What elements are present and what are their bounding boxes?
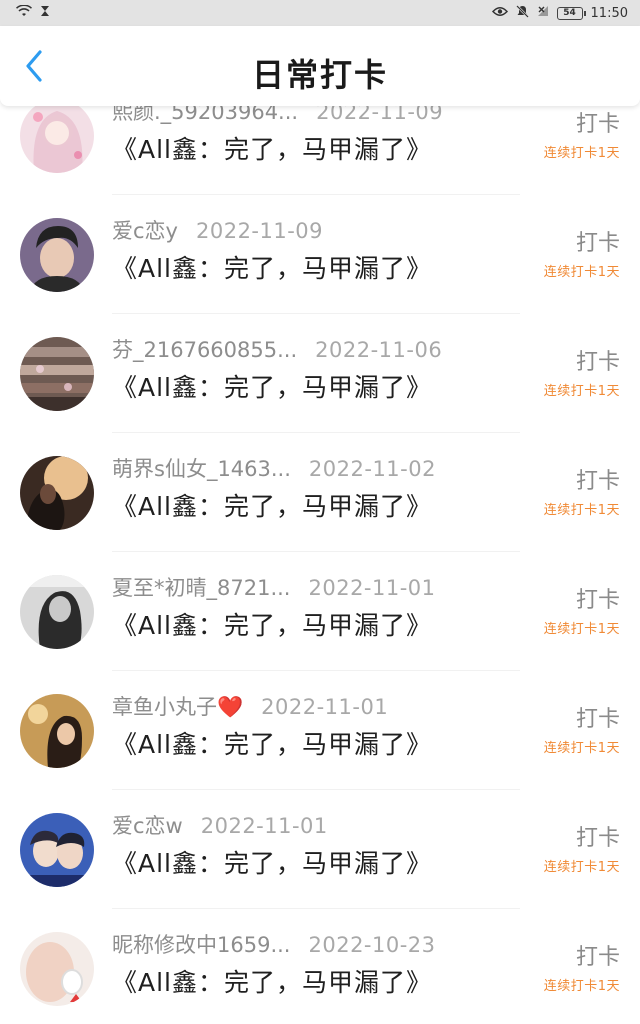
book-title[interactable]: 《All鑫：完了，马甲漏了》 [112, 963, 432, 999]
streak-label: 连续打卡1天 [543, 622, 620, 637]
checkin-button[interactable]: 打卡 [576, 939, 620, 971]
entry-meta: 萌界s仙女_1463... 2022-11-02 [112, 453, 436, 483]
checkin-button[interactable]: 打卡 [576, 582, 620, 614]
book-title[interactable]: 《All鑫：完了，马甲漏了》 [112, 487, 432, 523]
user-name[interactable]: 爱c恋y [112, 215, 178, 245]
checkin-button[interactable]: 打卡 [576, 701, 620, 733]
avatar[interactable] [20, 106, 94, 173]
list-item[interactable]: 昵称修改中1659... 2022-10-23 《All鑫：完了，马甲漏了》 打… [0, 909, 640, 1024]
streak-label: 连续打卡1天 [543, 146, 620, 161]
status-time: 11:50 [590, 5, 628, 21]
list-item[interactable]: 爱c恋y 2022-11-09 《All鑫：完了，马甲漏了》 打卡 连续打卡1天 [0, 195, 640, 314]
mute-bell-icon [515, 4, 529, 22]
checkin-list-inner: 熙颜._59203964... 2022-11-09 《All鑫：完了，马甲漏了… [0, 106, 640, 1024]
list-item[interactable]: 爱c恋w 2022-11-01 《All鑫：完了，马甲漏了》 打卡 连续打卡1天 [0, 790, 640, 909]
list-item[interactable]: 芬_2167660855... 2022-11-06 《All鑫：完了，马甲漏了… [0, 314, 640, 433]
status-right: 54 11:50 [491, 4, 628, 22]
user-name[interactable]: 芬_2167660855... [112, 334, 297, 364]
wifi-icon [15, 4, 33, 21]
streak-label: 连续打卡1天 [543, 860, 620, 875]
entry-meta: 爱c恋y 2022-11-09 [112, 215, 323, 245]
status-left [15, 4, 50, 21]
checkin-button[interactable]: 打卡 [576, 106, 620, 138]
streak-label: 连续打卡1天 [543, 384, 620, 399]
checkin-button[interactable]: 打卡 [576, 820, 620, 852]
user-name[interactable]: 爱c恋w [112, 810, 183, 840]
checkin-button[interactable]: 打卡 [576, 344, 620, 376]
entry-meta: 夏至*初晴_8721... 2022-11-01 [112, 572, 436, 602]
avatar[interactable] [20, 813, 94, 887]
book-title[interactable]: 《All鑫：完了，马甲漏了》 [112, 249, 432, 285]
checkin-button[interactable]: 打卡 [576, 463, 620, 495]
streak-label: 连续打卡1天 [543, 265, 620, 280]
user-name[interactable]: 章鱼小丸子❤️ [112, 691, 243, 721]
streak-label: 连续打卡1天 [543, 979, 620, 994]
list-item[interactable]: 章鱼小丸子❤️ 2022-11-01 《All鑫：完了，马甲漏了》 打卡 连续打… [0, 671, 640, 790]
entry-date: 2022-11-09 [316, 106, 444, 124]
entry-date: 2022-11-02 [308, 457, 436, 481]
list-item[interactable]: 萌界s仙女_1463... 2022-11-02 《All鑫：完了，马甲漏了》 … [0, 433, 640, 552]
entry-date: 2022-11-01 [200, 814, 328, 838]
entry-meta: 芬_2167660855... 2022-11-06 [112, 334, 442, 364]
list-item[interactable]: 夏至*初晴_8721... 2022-11-01 《All鑫：完了，马甲漏了》 … [0, 552, 640, 671]
entry-meta: 熙颜._59203964... 2022-11-09 [112, 106, 443, 126]
checkin-list[interactable]: 熙颜._59203964... 2022-11-09 《All鑫：完了，马甲漏了… [0, 106, 640, 1024]
avatar[interactable] [20, 932, 94, 1006]
entry-date: 2022-11-09 [195, 219, 324, 243]
book-title[interactable]: 《All鑫：完了，马甲漏了》 [112, 130, 432, 166]
status-bar: 54 11:50 [0, 0, 640, 26]
book-title[interactable]: 《All鑫：完了，马甲漏了》 [112, 606, 432, 642]
entry-date: 2022-10-23 [308, 933, 436, 957]
entry-date: 2022-11-01 [308, 576, 436, 600]
user-name[interactable]: 萌界s仙女_1463... [112, 453, 291, 483]
book-title[interactable]: 《All鑫：完了，马甲漏了》 [112, 368, 432, 404]
user-name[interactable]: 夏至*初晴_8721... [112, 572, 290, 602]
checkin-button[interactable]: 打卡 [576, 225, 620, 257]
list-item[interactable]: 熙颜._59203964... 2022-11-09 《All鑫：完了，马甲漏了… [0, 106, 640, 195]
entry-date: 2022-11-01 [261, 695, 389, 719]
user-name[interactable]: 昵称修改中1659... [112, 929, 290, 959]
book-title[interactable]: 《All鑫：完了，马甲漏了》 [112, 725, 432, 761]
avatar[interactable] [20, 218, 94, 292]
signal-off-icon [537, 5, 549, 21]
avatar[interactable] [20, 337, 94, 411]
book-title[interactable]: 《All鑫：完了，马甲漏了》 [112, 844, 432, 880]
streak-label: 连续打卡1天 [543, 741, 620, 756]
page-title: 日常打卡 [251, 56, 388, 94]
hourglass-icon [40, 5, 50, 21]
entry-date: 2022-11-06 [315, 338, 443, 362]
user-name[interactable]: 熙颜._59203964... [112, 106, 298, 126]
eye-icon [491, 6, 508, 21]
nav-bar: 日常打卡 [0, 26, 640, 106]
avatar[interactable] [20, 575, 94, 649]
battery-indicator: 54 [556, 6, 586, 20]
avatar[interactable] [20, 694, 94, 768]
entry-meta: 昵称修改中1659... 2022-10-23 [112, 929, 436, 959]
streak-label: 连续打卡1天 [543, 503, 620, 518]
entry-meta: 爱c恋w 2022-11-01 [112, 810, 328, 840]
avatar[interactable] [20, 456, 94, 530]
entry-meta: 章鱼小丸子❤️ 2022-11-01 [112, 691, 388, 721]
